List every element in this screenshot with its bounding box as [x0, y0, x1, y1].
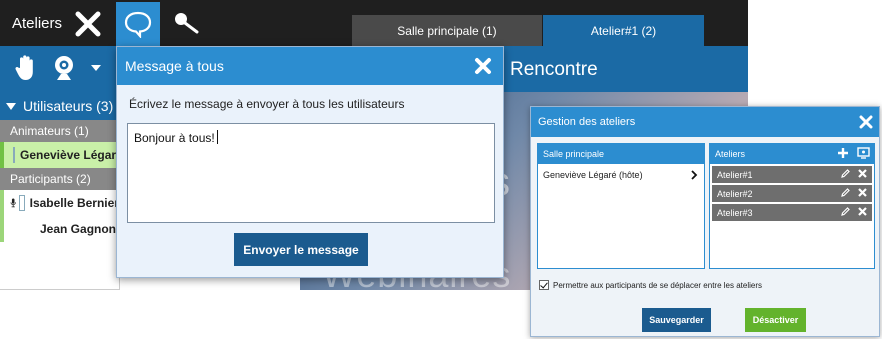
raise-hand-icon[interactable] — [10, 52, 42, 84]
atelier-name: Atelier#1 — [717, 169, 753, 180]
user-name: Jean Gagnon — [40, 222, 117, 236]
top-bar: Ateliers Salle principale (1) Atelier#1 … — [0, 0, 748, 46]
room-title: Rencontre — [510, 59, 598, 80]
audio-level-meter — [19, 195, 25, 211]
message-dialog-header: Message à tous — [117, 47, 503, 85]
close-icon[interactable] — [70, 6, 106, 42]
main-room-header: Salle principale — [538, 144, 704, 164]
ateliers-dialog-title: Gestion des ateliers — [538, 116, 636, 128]
atelier-name: Atelier#3 — [717, 207, 753, 218]
user-row[interactable]: Geneviève Légaré — [0, 142, 119, 168]
users-header-label: Utilisateurs (3) — [23, 98, 114, 114]
user-name: Isabelle Bernier — [29, 196, 119, 210]
message-text: Bonjour à tous! — [134, 131, 215, 145]
ateliers-column: Ateliers Atelier#1 Atelier#2 Atelier#3 — [709, 143, 875, 269]
app-title: Ateliers — [12, 15, 63, 32]
group-participants: Participants (2) — [0, 168, 119, 190]
ateliers-header: Ateliers — [710, 144, 874, 164]
tab-main-room[interactable]: Salle principale (1) — [352, 15, 542, 46]
message-label: Écrivez le message à envoyer à tous les … — [129, 97, 405, 111]
toolbar — [0, 46, 120, 92]
edit-pencil-icon[interactable] — [840, 187, 851, 198]
main-room-column: Salle principale Geneviève Légaré (hôte) — [537, 143, 705, 269]
delete-icon[interactable] — [857, 187, 868, 198]
message-textarea[interactable]: Bonjour à tous! — [127, 123, 495, 223]
save-button[interactable]: Sauvegarder — [642, 308, 711, 332]
delete-icon[interactable] — [857, 168, 868, 179]
webcam-icon[interactable] — [48, 52, 80, 84]
microphone-icon[interactable] — [10, 195, 16, 211]
users-panel: Utilisateurs (3) Animateurs (1) Genevièv… — [0, 92, 120, 290]
ateliers-dialog-header: Gestion des ateliers — [531, 107, 879, 137]
atelier-item[interactable]: Atelier#3 — [712, 204, 872, 221]
broadcast-screen-icon[interactable] — [857, 147, 870, 159]
close-icon[interactable] — [859, 115, 873, 129]
dropdown-arrow-icon[interactable] — [80, 52, 112, 84]
tab-atelier-1[interactable]: Atelier#1 (2) — [543, 15, 704, 46]
users-header[interactable]: Utilisateurs (3) — [0, 92, 119, 120]
text-caret — [216, 130, 218, 144]
main-room-user[interactable]: Geneviève Légaré (hôte) — [538, 164, 704, 186]
microphone-icon[interactable] — [168, 6, 204, 42]
message-dialog-title: Message à tous — [125, 58, 224, 74]
permit-move-option[interactable]: Permettre aux participants de se déplace… — [539, 280, 762, 290]
atelier-name: Atelier#2 — [717, 188, 753, 199]
add-icon[interactable] — [837, 147, 849, 159]
collapse-triangle-icon[interactable] — [6, 102, 16, 110]
user-row[interactable]: Jean Gagnon — [0, 216, 119, 242]
ateliers-dialog: Gestion des ateliers Salle principale Ge… — [530, 106, 880, 337]
edit-pencil-icon[interactable] — [840, 206, 851, 217]
close-icon[interactable] — [473, 56, 493, 76]
user-row[interactable]: Isabelle Bernier — [0, 190, 119, 216]
chat-icon[interactable] — [116, 2, 160, 46]
deactivate-button[interactable]: Désactiver — [745, 308, 806, 332]
atelier-item[interactable]: Atelier#2 — [712, 185, 872, 202]
chevron-right-icon[interactable] — [690, 170, 698, 180]
message-dialog: Message à tous Écrivez le message à envo… — [116, 46, 504, 278]
atelier-item[interactable]: Atelier#1 — [712, 166, 872, 183]
send-message-button[interactable]: Envoyer le message — [234, 233, 368, 266]
delete-icon[interactable] — [857, 206, 868, 217]
group-animators: Animateurs (1) — [0, 120, 119, 142]
main-room-user-name: Geneviève Légaré (hôte) — [543, 170, 643, 180]
user-name: Geneviève Légaré — [20, 148, 119, 162]
permit-move-checkbox[interactable] — [539, 280, 549, 290]
audio-level-meter — [13, 147, 15, 163]
permit-move-label: Permettre aux participants de se déplace… — [553, 280, 762, 290]
ateliers-header-label: Ateliers — [715, 149, 746, 159]
edit-pencil-icon[interactable] — [840, 168, 851, 179]
